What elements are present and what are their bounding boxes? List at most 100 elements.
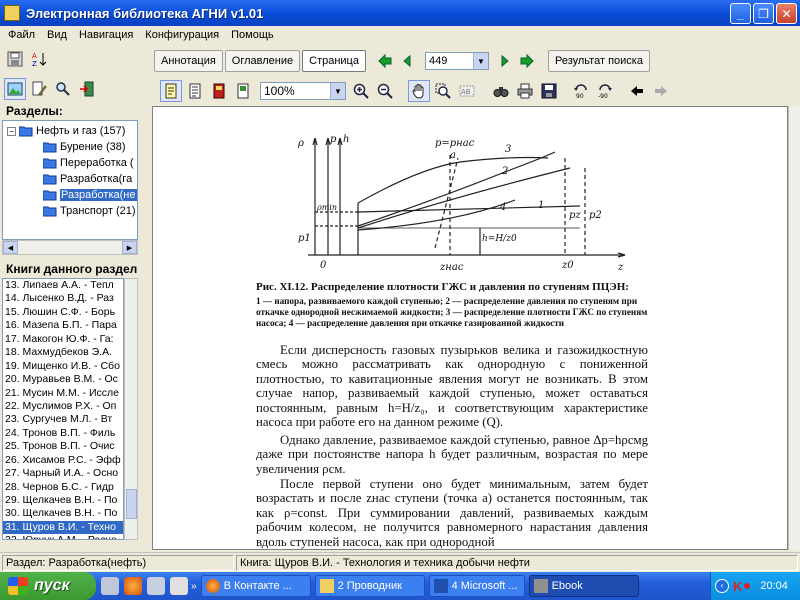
edit-button[interactable] bbox=[28, 78, 50, 100]
restore-button[interactable]: ❐ bbox=[753, 3, 774, 24]
book-list-item[interactable]: 18. Махмудбеков Э.А. bbox=[3, 346, 123, 359]
book-list-item[interactable]: 31. Щуров В.И. - Техно bbox=[3, 520, 123, 535]
scroll-thumb[interactable] bbox=[126, 489, 137, 519]
history-forward-button[interactable] bbox=[650, 80, 672, 102]
tab-annotation[interactable]: Аннотация bbox=[154, 50, 223, 72]
book-list-item[interactable]: 14. Лысенко В.Д. - Раз bbox=[3, 292, 123, 305]
page-settings-button[interactable] bbox=[232, 80, 254, 102]
book-list-item[interactable]: 27. Чарный И.А. - Осно bbox=[3, 467, 123, 480]
figure-label: p bbox=[330, 134, 337, 145]
book-list-item[interactable]: 30. Щелкачев В.Н. - По bbox=[3, 507, 123, 520]
search-result-button[interactable]: Результат поиска bbox=[547, 50, 650, 72]
book-list-item[interactable]: 20. Муравьев В.М. - Ос bbox=[3, 373, 123, 386]
taskbar-item-ebook[interactable]: Ebook bbox=[528, 575, 639, 597]
quicklaunch-icon[interactable] bbox=[170, 577, 188, 595]
figure-label: z bbox=[617, 262, 624, 273]
close-button[interactable]: ✕ bbox=[776, 3, 797, 24]
book-list-item[interactable]: 29. Щелкачев В.Н. - По bbox=[3, 494, 123, 507]
tree-item-development-gas[interactable]: Разработка(га bbox=[43, 171, 132, 187]
rotate-right-button[interactable]: -90 bbox=[594, 80, 616, 102]
last-page-button[interactable] bbox=[516, 50, 538, 72]
book-list-item[interactable]: 21. Мусин М.М. - Иссле bbox=[3, 387, 123, 400]
document-pencil-icon bbox=[32, 81, 47, 96]
document-vertical-scrollbar[interactable] bbox=[788, 106, 800, 550]
figure-diagram: ρ p h p=pнас a 3 2 1 4 ρmin p1 h=H/z0 pz… bbox=[297, 134, 626, 273]
tree-item-processing[interactable]: Переработка ( bbox=[43, 155, 134, 171]
book-list-item[interactable]: 26. Хисамов Р.С. - Эфф bbox=[3, 454, 123, 467]
firefox-icon[interactable] bbox=[124, 577, 142, 595]
taskbar-item-browser[interactable]: В Контакте ... bbox=[200, 575, 311, 597]
zoom-in-icon bbox=[353, 83, 369, 99]
tray-chevron-icon[interactable]: ‹ bbox=[715, 579, 729, 593]
zoom-select[interactable]: 100% ▼ bbox=[260, 82, 346, 100]
scroll-right-icon[interactable]: ▶ bbox=[122, 241, 137, 254]
figure-label: z0 bbox=[561, 260, 574, 271]
single-page-button[interactable] bbox=[160, 80, 182, 102]
menu-file[interactable]: Файл bbox=[2, 29, 41, 41]
tree-item-oil-gas[interactable]: − Нефть и газ (157) bbox=[7, 123, 125, 139]
figure-label: p2 bbox=[589, 210, 602, 221]
tree-item-drilling[interactable]: Бурение (38) bbox=[43, 139, 126, 155]
tree-view-button[interactable] bbox=[4, 78, 26, 100]
save-button[interactable] bbox=[4, 48, 26, 70]
chevron-down-icon[interactable]: ▼ bbox=[330, 83, 345, 99]
book-list-item[interactable]: 32. Юрчук А.М. - Расче bbox=[3, 534, 123, 539]
search-button[interactable] bbox=[52, 78, 74, 100]
menu-navigation[interactable]: Навигация bbox=[73, 29, 139, 41]
book-list-item[interactable]: 13. Липаев А.А. - Тепл bbox=[3, 279, 123, 292]
menu-configuration[interactable]: Конфигурация bbox=[139, 29, 225, 41]
save-page-button[interactable] bbox=[538, 80, 560, 102]
prev-page-button[interactable] bbox=[398, 50, 420, 72]
zoom-area-button[interactable] bbox=[432, 80, 454, 102]
tree-item-development-oil[interactable]: Разработка(не bbox=[43, 187, 137, 203]
tree-horizontal-scrollbar[interactable]: ◀ ▶ bbox=[2, 240, 138, 255]
quicklaunch-icon[interactable] bbox=[147, 577, 165, 595]
book-list-item[interactable]: 28. Чернов Б.С. - Гидр bbox=[3, 481, 123, 494]
tree-item-transport[interactable]: Транспорт (21) bbox=[43, 203, 136, 219]
history-back-button[interactable] bbox=[626, 80, 648, 102]
menu-view[interactable]: Вид bbox=[41, 29, 73, 41]
book-list-item[interactable]: 17. Макогон Ю.Ф. - Га: bbox=[3, 333, 123, 346]
taskbar-item-explorer[interactable]: 2 Проводник bbox=[314, 575, 425, 597]
menu-help[interactable]: Помощь bbox=[225, 29, 280, 41]
book-list-item[interactable]: 15. Люшин С.Ф. - Борь bbox=[3, 306, 123, 319]
chevron-down-icon[interactable]: ▼ bbox=[472, 53, 488, 69]
books-vertical-scrollbar[interactable] bbox=[124, 278, 138, 540]
quicklaunch-icon[interactable] bbox=[101, 577, 119, 595]
minimize-button[interactable]: _ bbox=[730, 3, 751, 24]
exit-button[interactable] bbox=[76, 78, 98, 100]
arrow-left-icon bbox=[403, 54, 411, 68]
find-button[interactable] bbox=[490, 80, 512, 102]
zoom-out-button[interactable] bbox=[374, 80, 396, 102]
book-list-item[interactable]: 24. Тронов В.П. - Филь bbox=[3, 427, 123, 440]
first-page-button[interactable] bbox=[374, 50, 396, 72]
book-list-item[interactable]: 19. Мищенко И.В. - Сбо bbox=[3, 360, 123, 373]
start-button[interactable]: пуск bbox=[0, 572, 96, 600]
book-list-item[interactable]: 23. Сургучев М.Л. - Вт bbox=[3, 413, 123, 426]
book-list-item[interactable]: 22. Муслимов Р.Х. - Оп bbox=[3, 400, 123, 413]
figure-caption: Рис. XI.12. Распределение плотности ГЖС … bbox=[256, 281, 648, 329]
antivirus-icon[interactable]: K bbox=[733, 579, 742, 594]
zoom-in-button[interactable] bbox=[350, 80, 372, 102]
tab-page[interactable]: Страница bbox=[302, 50, 366, 72]
scroll-left-icon[interactable]: ◀ bbox=[3, 241, 18, 254]
figure-caption-title: Рис. XI.12. Распределение плотности ГЖС … bbox=[256, 281, 629, 293]
text-page-button[interactable] bbox=[184, 80, 206, 102]
sort-button[interactable]: AZ bbox=[28, 48, 50, 70]
tab-contents[interactable]: Оглавление bbox=[224, 50, 301, 72]
rotate-left-button[interactable]: 90 bbox=[570, 80, 592, 102]
book-list-item[interactable]: 25. Тронов В.П. - Очис bbox=[3, 440, 123, 453]
print-button[interactable] bbox=[514, 80, 536, 102]
quicklaunch-expand-icon[interactable]: » bbox=[191, 581, 197, 592]
zoom-area-icon bbox=[435, 83, 451, 99]
color-page-button[interactable] bbox=[208, 80, 230, 102]
book-list-item[interactable]: 16. Мазепа Б.П. - Пара bbox=[3, 319, 123, 332]
next-page-button[interactable] bbox=[492, 50, 514, 72]
taskbar-item-word[interactable]: 4 Microsoft ... bbox=[428, 575, 525, 597]
text-select-button[interactable]: AB bbox=[456, 80, 478, 102]
rotate-right-icon: -90 bbox=[598, 84, 612, 99]
page-number-select[interactable]: 449 ▼ bbox=[424, 52, 489, 70]
collapse-icon[interactable]: − bbox=[7, 126, 16, 136]
printer-icon bbox=[517, 83, 533, 99]
pan-tool-button[interactable] bbox=[408, 80, 430, 102]
